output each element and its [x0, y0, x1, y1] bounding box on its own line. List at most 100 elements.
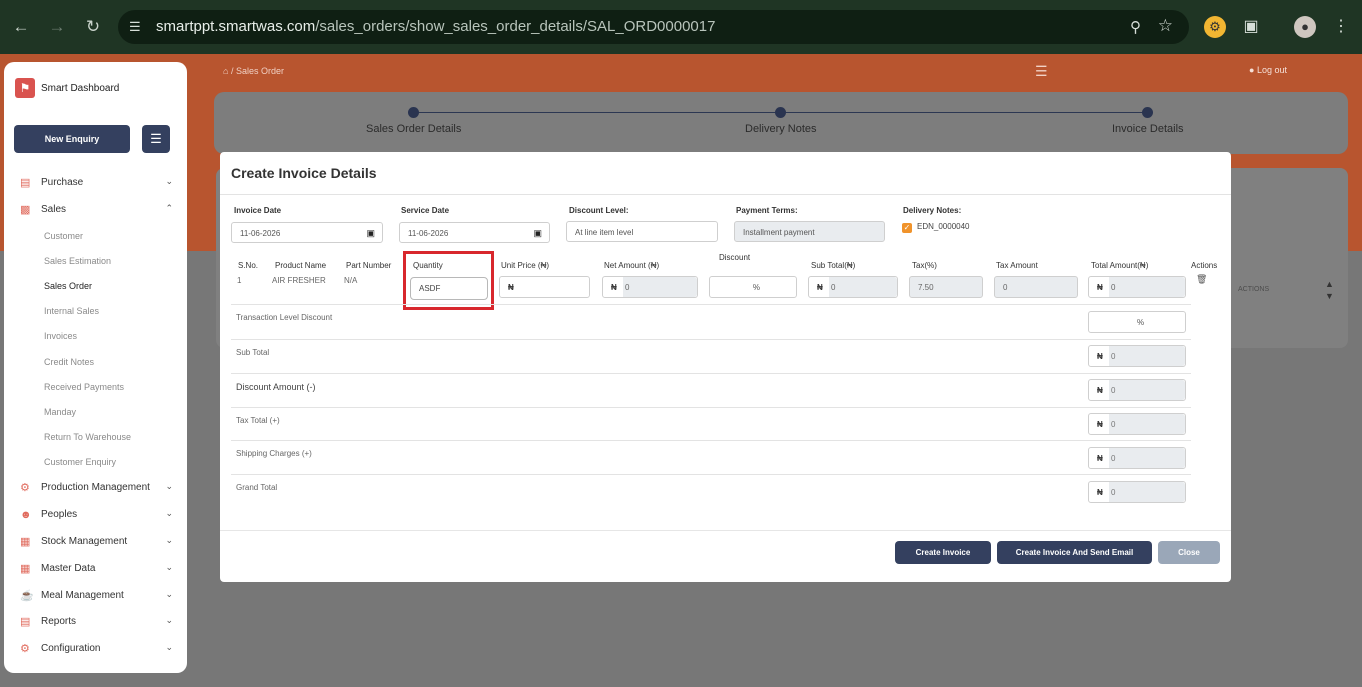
currency-symbol: ₦ — [611, 283, 617, 292]
calendar-icon[interactable]: ▣ — [366, 228, 375, 239]
summary-label: Transaction Level Discount — [236, 313, 333, 322]
sidebar-subitem-internal-sales[interactable]: Internal Sales — [4, 299, 187, 324]
invoice-date-field[interactable]: 11-06-2026 ▣ — [231, 222, 383, 243]
step-dot[interactable] — [1142, 107, 1153, 118]
payment-terms-label: Payment Terms: — [736, 206, 798, 215]
sidebar-item-production-management[interactable]: ⚙ Production Management ⌄ — [4, 475, 187, 502]
service-date-label: Service Date — [401, 206, 450, 215]
sidebar-item-label: Master Data — [41, 562, 96, 574]
step-dot[interactable] — [408, 107, 419, 118]
sidebar-subitem-customer-enquiry[interactable]: Customer Enquiry — [4, 450, 187, 475]
summary-value: 0 — [1109, 448, 1185, 468]
sort-icon[interactable]: ▲ ▼ — [1325, 278, 1334, 302]
sidebar-subitem-invoices[interactable]: Invoices — [4, 324, 187, 349]
forward-icon[interactable]: → — [47, 17, 67, 37]
step-sales-order-details[interactable]: Sales Order Details — [366, 123, 461, 135]
reload-icon[interactable]: ↻ — [83, 17, 103, 37]
currency-symbol: ₦ — [1097, 352, 1103, 361]
unit-price-input[interactable]: ₦ — [499, 276, 590, 298]
cell-product-name: AIR FRESHER — [272, 276, 326, 285]
sidebar-item-label: Peoples — [41, 509, 78, 521]
service-date-field[interactable]: 11-06-2026 ▣ — [399, 222, 550, 243]
total-amount-value: 0 — [1109, 277, 1185, 297]
chevron-down-icon: ⌄ — [165, 588, 173, 599]
back-icon[interactable]: ← — [11, 17, 31, 37]
extension-icon[interactable]: ⚙ — [1204, 16, 1226, 38]
sidebar-item-peoples[interactable]: ☻ Peoples ⌄ — [4, 502, 187, 529]
discount-level-select[interactable]: At line item level — [566, 221, 718, 242]
summary-sub-total-field: ₦ 0 — [1088, 345, 1186, 367]
col-product-name: Product Name — [275, 261, 327, 270]
sidebar-subitem-received-payments[interactable]: Received Payments — [4, 375, 187, 400]
sidebar-subitem-manday[interactable]: Manday — [4, 400, 187, 425]
logout-link[interactable]: ● Log out — [1249, 65, 1287, 75]
brand[interactable]: ⚑ Smart Dashboard — [15, 78, 119, 98]
sidebar-subitem-label: Received Payments — [44, 381, 125, 392]
step-delivery-notes[interactable]: Delivery Notes — [745, 123, 817, 135]
sidebar-item-master-data[interactable]: ▦ Master Data ⌄ — [4, 556, 187, 583]
sidebar-item-reports[interactable]: ▤ Reports ⌄ — [4, 609, 187, 636]
home-icon[interactable]: ⌂ — [223, 66, 228, 76]
create-invoice-button[interactable]: Create Invoice — [895, 541, 991, 564]
col-sno: S.No. — [238, 261, 259, 270]
summary-value: 0 — [1109, 414, 1185, 434]
profile-avatar[interactable]: ● — [1294, 16, 1316, 38]
checkbox-checked-icon[interactable]: ✓ — [902, 223, 912, 233]
currency-symbol: ₦ — [1097, 454, 1103, 463]
summary-grand-total-field: ₦ 0 — [1088, 481, 1186, 503]
divider — [220, 530, 1231, 531]
sidebar-item-label: Purchase — [41, 177, 84, 188]
delete-row-trash-icon[interactable]: 🗑 — [1196, 274, 1207, 285]
sidebar-subitem-sales-order[interactable]: Sales Order — [4, 274, 187, 299]
site-info-icon[interactable]: ☰ — [129, 19, 145, 35]
col-net-amount: Net Amount (₦) — [604, 261, 660, 270]
chevron-up-icon: ⌃ — [165, 202, 173, 213]
sidebar-item-stock-management[interactable]: ▦ Stock Management ⌄ — [4, 529, 187, 556]
sidebar-subitem-label: Customer — [44, 230, 84, 241]
close-button[interactable]: Close — [1158, 541, 1220, 564]
kebab-menu-icon[interactable]: ⋮ — [1330, 16, 1352, 38]
create-invoice-modal: Create Invoice Details Invoice Date 11-0… — [220, 152, 1231, 582]
delivery-note-item[interactable]: EDN_0000040 — [917, 222, 969, 231]
new-enquiry-button[interactable]: New Enquiry — [14, 125, 130, 153]
invoice-date-value: 11-06-2026 — [240, 229, 281, 238]
cell-sno: 1 — [237, 276, 242, 285]
address-bar[interactable]: ☰ smartppt.smartwas.com/sales_orders/sho… — [118, 10, 1189, 44]
discount-input[interactable]: % — [709, 276, 797, 298]
sidebar-item-purchase[interactable]: ▤ Purchase ⌄ — [4, 170, 187, 197]
sidebar-item-label: Production Management — [41, 482, 150, 494]
create-invoice-send-email-button[interactable]: Create Invoice And Send Email — [997, 541, 1152, 564]
chevron-down-icon: ⌄ — [165, 642, 173, 653]
sidebar-subitem-return-to-warehouse[interactable]: Return To Warehouse — [4, 425, 187, 450]
people-icon: ☻ — [20, 509, 32, 522]
currency-symbol: ₦ — [1097, 488, 1103, 497]
transaction-discount-input[interactable]: % — [1088, 311, 1186, 333]
sidebar-item-meal-management[interactable]: ☕ Meal Management ⌄ — [4, 583, 187, 610]
sidebar-item-configuration[interactable]: ⚙ Configuration ⌄ — [4, 636, 187, 663]
puzzle-icon[interactable]: ▣ — [1240, 16, 1262, 38]
sidebar-subitem-credit-notes[interactable]: Credit Notes — [4, 350, 187, 375]
divider — [220, 194, 1231, 195]
calendar-icon[interactable]: ▣ — [533, 228, 542, 239]
quantity-input[interactable]: ASDF — [410, 277, 488, 300]
sidebar-subitem-label: Customer Enquiry — [44, 457, 117, 468]
chevron-down-icon: ⌄ — [165, 615, 173, 626]
step-dot[interactable] — [775, 107, 786, 118]
bookmark-star-icon[interactable]: ☆ — [1158, 16, 1173, 36]
topbar-menu-icon[interactable]: ☰ — [1035, 63, 1048, 80]
zoom-icon[interactable]: ⚲ — [1130, 18, 1141, 36]
col-sub-total: Sub Total(₦) — [811, 261, 856, 270]
sidebar-toggle-icon[interactable]: ☰ — [142, 125, 170, 153]
sidebar-subitem-label: Sales Order — [44, 280, 93, 291]
sidebar-subitem-customer[interactable]: Customer — [4, 224, 187, 249]
unit-price-value — [520, 277, 589, 297]
sidebar-item-sales[interactable]: ▩ Sales ⌃ — [4, 197, 187, 224]
step-invoice-details[interactable]: Invoice Details — [1112, 123, 1184, 135]
chevron-down-icon: ⌄ — [165, 481, 173, 492]
reports-icon: ▤ — [20, 616, 31, 629]
summary-discount-amount-field: ₦ 0 — [1088, 379, 1186, 401]
sidebar-subitem-sales-estimation[interactable]: Sales Estimation — [4, 249, 187, 274]
chevron-down-icon: ⌄ — [165, 176, 173, 186]
sidebar: ⚑ Smart Dashboard New Enquiry ☰ ▤ Purcha… — [4, 62, 187, 673]
shipping-charges-input[interactable]: ₦ 0 — [1088, 447, 1186, 469]
